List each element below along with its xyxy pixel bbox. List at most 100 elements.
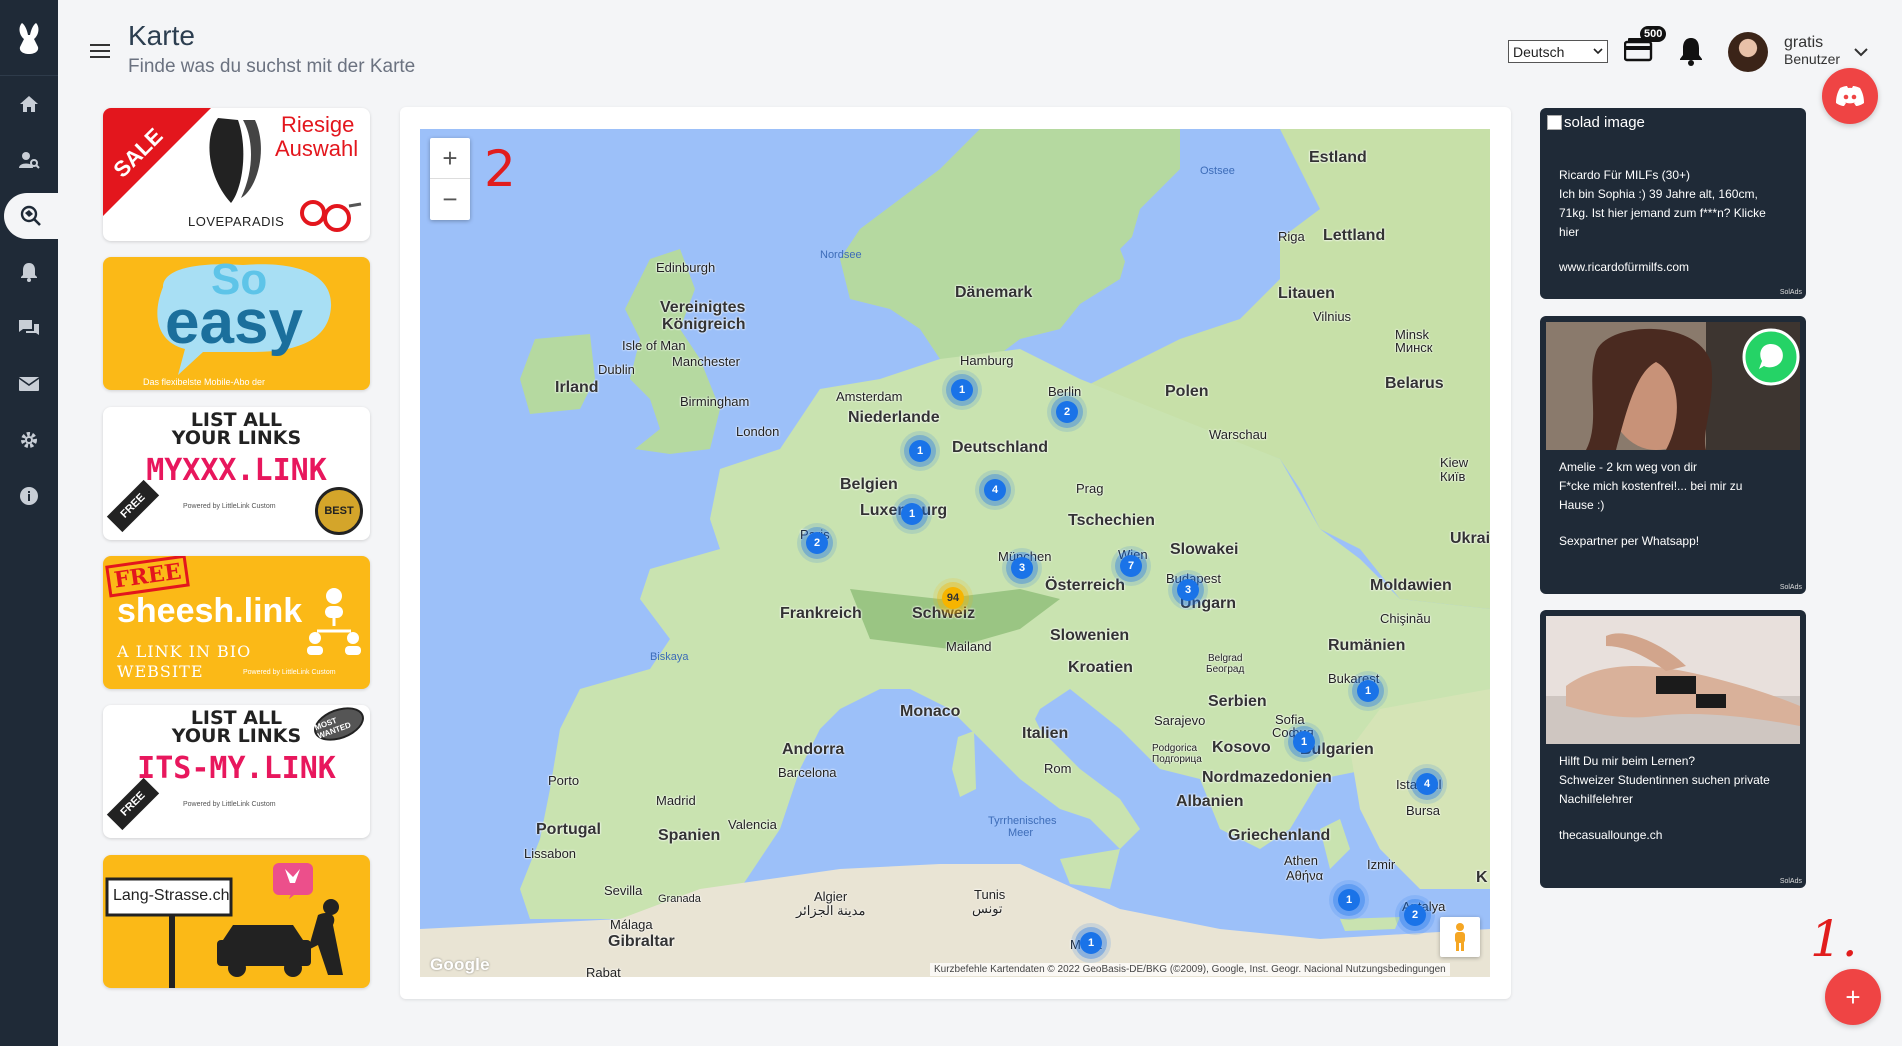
- map-cluster-marker[interactable]: 2: [1404, 904, 1426, 926]
- ad-line: F*cke mich kostenfrei!... bei mir zu: [1559, 479, 1743, 493]
- discord-icon: [1836, 86, 1864, 106]
- ad-lang-strasse[interactable]: Lang-Strasse.ch: [103, 855, 370, 988]
- map-cluster-marker[interactable]: 2: [806, 532, 828, 554]
- wallet-count-badge: 500: [1640, 26, 1667, 42]
- chevron-down-icon: [1854, 48, 1868, 57]
- map-cluster-marker[interactable]: 7: [1120, 555, 1142, 577]
- right-ad-casual-lounge[interactable]: Hilft Du mir beim Lernen? Schweizer Stud…: [1540, 610, 1806, 888]
- sidebar-item-home[interactable]: [0, 76, 58, 132]
- notifications-button[interactable]: [1678, 36, 1704, 71]
- zoom-in-button[interactable]: +: [430, 138, 470, 179]
- ad-brand: LOVEPARADIS: [188, 214, 285, 229]
- map-label: Moldawien: [1370, 577, 1452, 594]
- ad-best-seal: BEST: [315, 487, 363, 535]
- bunny-logo[interactable]: [0, 0, 58, 76]
- avatar[interactable]: [1728, 32, 1768, 72]
- sidebar-item-settings[interactable]: [0, 412, 58, 468]
- right-ad-amelie[interactable]: Amelie - 2 km weg von dir F*cke mich kos…: [1540, 316, 1806, 594]
- map-label: Подгорица: [1152, 754, 1202, 765]
- map-label: Chişinău: [1380, 611, 1431, 626]
- map-cluster-marker[interactable]: 4: [984, 479, 1006, 501]
- map-attribution[interactable]: Kurzbefehle Kartendaten © 2022 GeoBasis-…: [930, 963, 1450, 976]
- map-label: Serbien: [1208, 693, 1267, 710]
- map-label: Gibraltar: [608, 933, 675, 950]
- map-label: Kiew: [1440, 455, 1469, 470]
- map-label: Albanien: [1176, 793, 1244, 810]
- sidebar-item-chat[interactable]: [0, 300, 58, 356]
- ad-sheesh-link[interactable]: FREE sheesh.link A LINK IN BIO WEBSITE P…: [103, 556, 370, 689]
- sidebar-item-notifications[interactable]: [0, 244, 58, 300]
- broken-image-alt: solad image: [1564, 114, 1645, 131]
- ad-loveparadis[interactable]: SALE Riesige Auswahl LOVEPARADIS: [103, 108, 370, 241]
- map-label: Estland: [1309, 149, 1367, 166]
- map-canvas[interactable]: Estland Ostsee Riga Lettland Edinburgh N…: [420, 129, 1490, 977]
- ad-line-2: YOUR LINKS: [171, 427, 302, 449]
- sidebar-item-user-search[interactable]: [0, 132, 58, 188]
- map-label: Mailand: [946, 639, 992, 654]
- map-label: Bursa: [1406, 803, 1440, 818]
- ad-myxxx-link[interactable]: LIST ALL YOUR LINKS MYXXX.LINK FREE Powe…: [103, 407, 370, 540]
- ad-url[interactable]: Sexpartner per Whatsapp!: [1559, 532, 1699, 551]
- chevron-down-icon: [1593, 48, 1603, 55]
- map-label: Deutschland: [952, 439, 1049, 456]
- sidebar-item-info[interactable]: [0, 468, 58, 524]
- map-label: Riga: [1278, 229, 1305, 244]
- add-button[interactable]: +: [1825, 969, 1881, 1025]
- map-label: London: [736, 424, 780, 439]
- map-label: Ukrai: [1450, 530, 1490, 547]
- map-cluster-marker[interactable]: 1: [1080, 932, 1102, 954]
- discord-button[interactable]: [1822, 68, 1878, 124]
- sidebar-item-mail[interactable]: [0, 356, 58, 412]
- map-label: Berlin: [1048, 384, 1082, 399]
- map-cluster-marker[interactable]: 3: [1011, 557, 1033, 579]
- user-menu-chevron[interactable]: [1854, 44, 1868, 62]
- ad-line: Hause :): [1559, 498, 1605, 512]
- map-label: Barcelona: [778, 765, 837, 780]
- map-label: Dänemark: [955, 284, 1033, 301]
- ad-so-easy[interactable]: So easy Das flexibelste Mobile-Abo der: [103, 257, 370, 390]
- map-cluster-marker[interactable]: 1: [909, 440, 931, 462]
- map-label: Київ: [1440, 469, 1466, 484]
- home-icon: [20, 96, 38, 112]
- ad-line: Amelie - 2 km weg von dir: [1559, 460, 1698, 474]
- sidebar-item-map[interactable]: [0, 188, 58, 244]
- ad-its-my-link[interactable]: LIST ALL YOUR LINKS ITS-MY.LINK FREE Pow…: [103, 705, 370, 838]
- map-label: Niederlande: [848, 409, 940, 426]
- ad-url[interactable]: www.ricardofürmilfs.com: [1559, 258, 1689, 277]
- map-cluster-marker[interactable]: 3: [1177, 579, 1199, 601]
- map-cluster-marker[interactable]: 1: [1338, 889, 1360, 911]
- street-view-pegman[interactable]: [1440, 917, 1480, 957]
- menu-toggle-button[interactable]: [90, 44, 110, 58]
- google-logo[interactable]: Google: [430, 955, 490, 975]
- map-label: Polen: [1165, 383, 1209, 400]
- zoom-out-button[interactable]: −: [430, 179, 470, 220]
- map-cluster-marker[interactable]: 2: [1056, 401, 1078, 423]
- map-label: Italien: [1022, 725, 1069, 742]
- map-label: Spanien: [658, 827, 721, 844]
- ad-easy-text: easy: [165, 288, 303, 357]
- map-label: مدينة الجزائر: [796, 903, 866, 918]
- map-label: Warschau: [1209, 427, 1268, 442]
- ad-powered: Powered by LittleLink Custom: [183, 503, 276, 510]
- ad-photo: [1546, 616, 1800, 744]
- map-cluster-marker[interactable]: 1: [901, 503, 923, 525]
- right-ad-ricardo[interactable]: solad image Ricardo Für MILFs (30+) Ich …: [1540, 108, 1806, 299]
- map-cluster-marker[interactable]: 1: [1293, 731, 1315, 753]
- ad-powered: Powered by LittleLink Custom: [183, 801, 276, 808]
- broken-image-icon: [1547, 115, 1562, 130]
- map-label: Frankreich: [780, 605, 862, 622]
- map-label: Hamburg: [960, 353, 1014, 368]
- map-label: Ostsee: [1200, 165, 1235, 177]
- map-label: Tyrrhenisches: [988, 815, 1057, 827]
- map-cluster-marker[interactable]: 94: [942, 587, 964, 609]
- map-label: Edinburgh: [656, 260, 716, 275]
- language-select[interactable]: Deutsch: [1508, 40, 1608, 63]
- map-cluster-marker[interactable]: 1: [1357, 680, 1379, 702]
- map-label: Izmir: [1367, 857, 1396, 872]
- map-label: Irland: [555, 379, 599, 396]
- map-label: Prag: [1076, 481, 1104, 496]
- ad-url[interactable]: thecasuallounge.ch: [1559, 826, 1662, 845]
- map-cluster-marker[interactable]: 1: [951, 379, 973, 401]
- map-cluster-marker[interactable]: 4: [1416, 773, 1438, 795]
- user-name[interactable]: gratis: [1784, 34, 1823, 52]
